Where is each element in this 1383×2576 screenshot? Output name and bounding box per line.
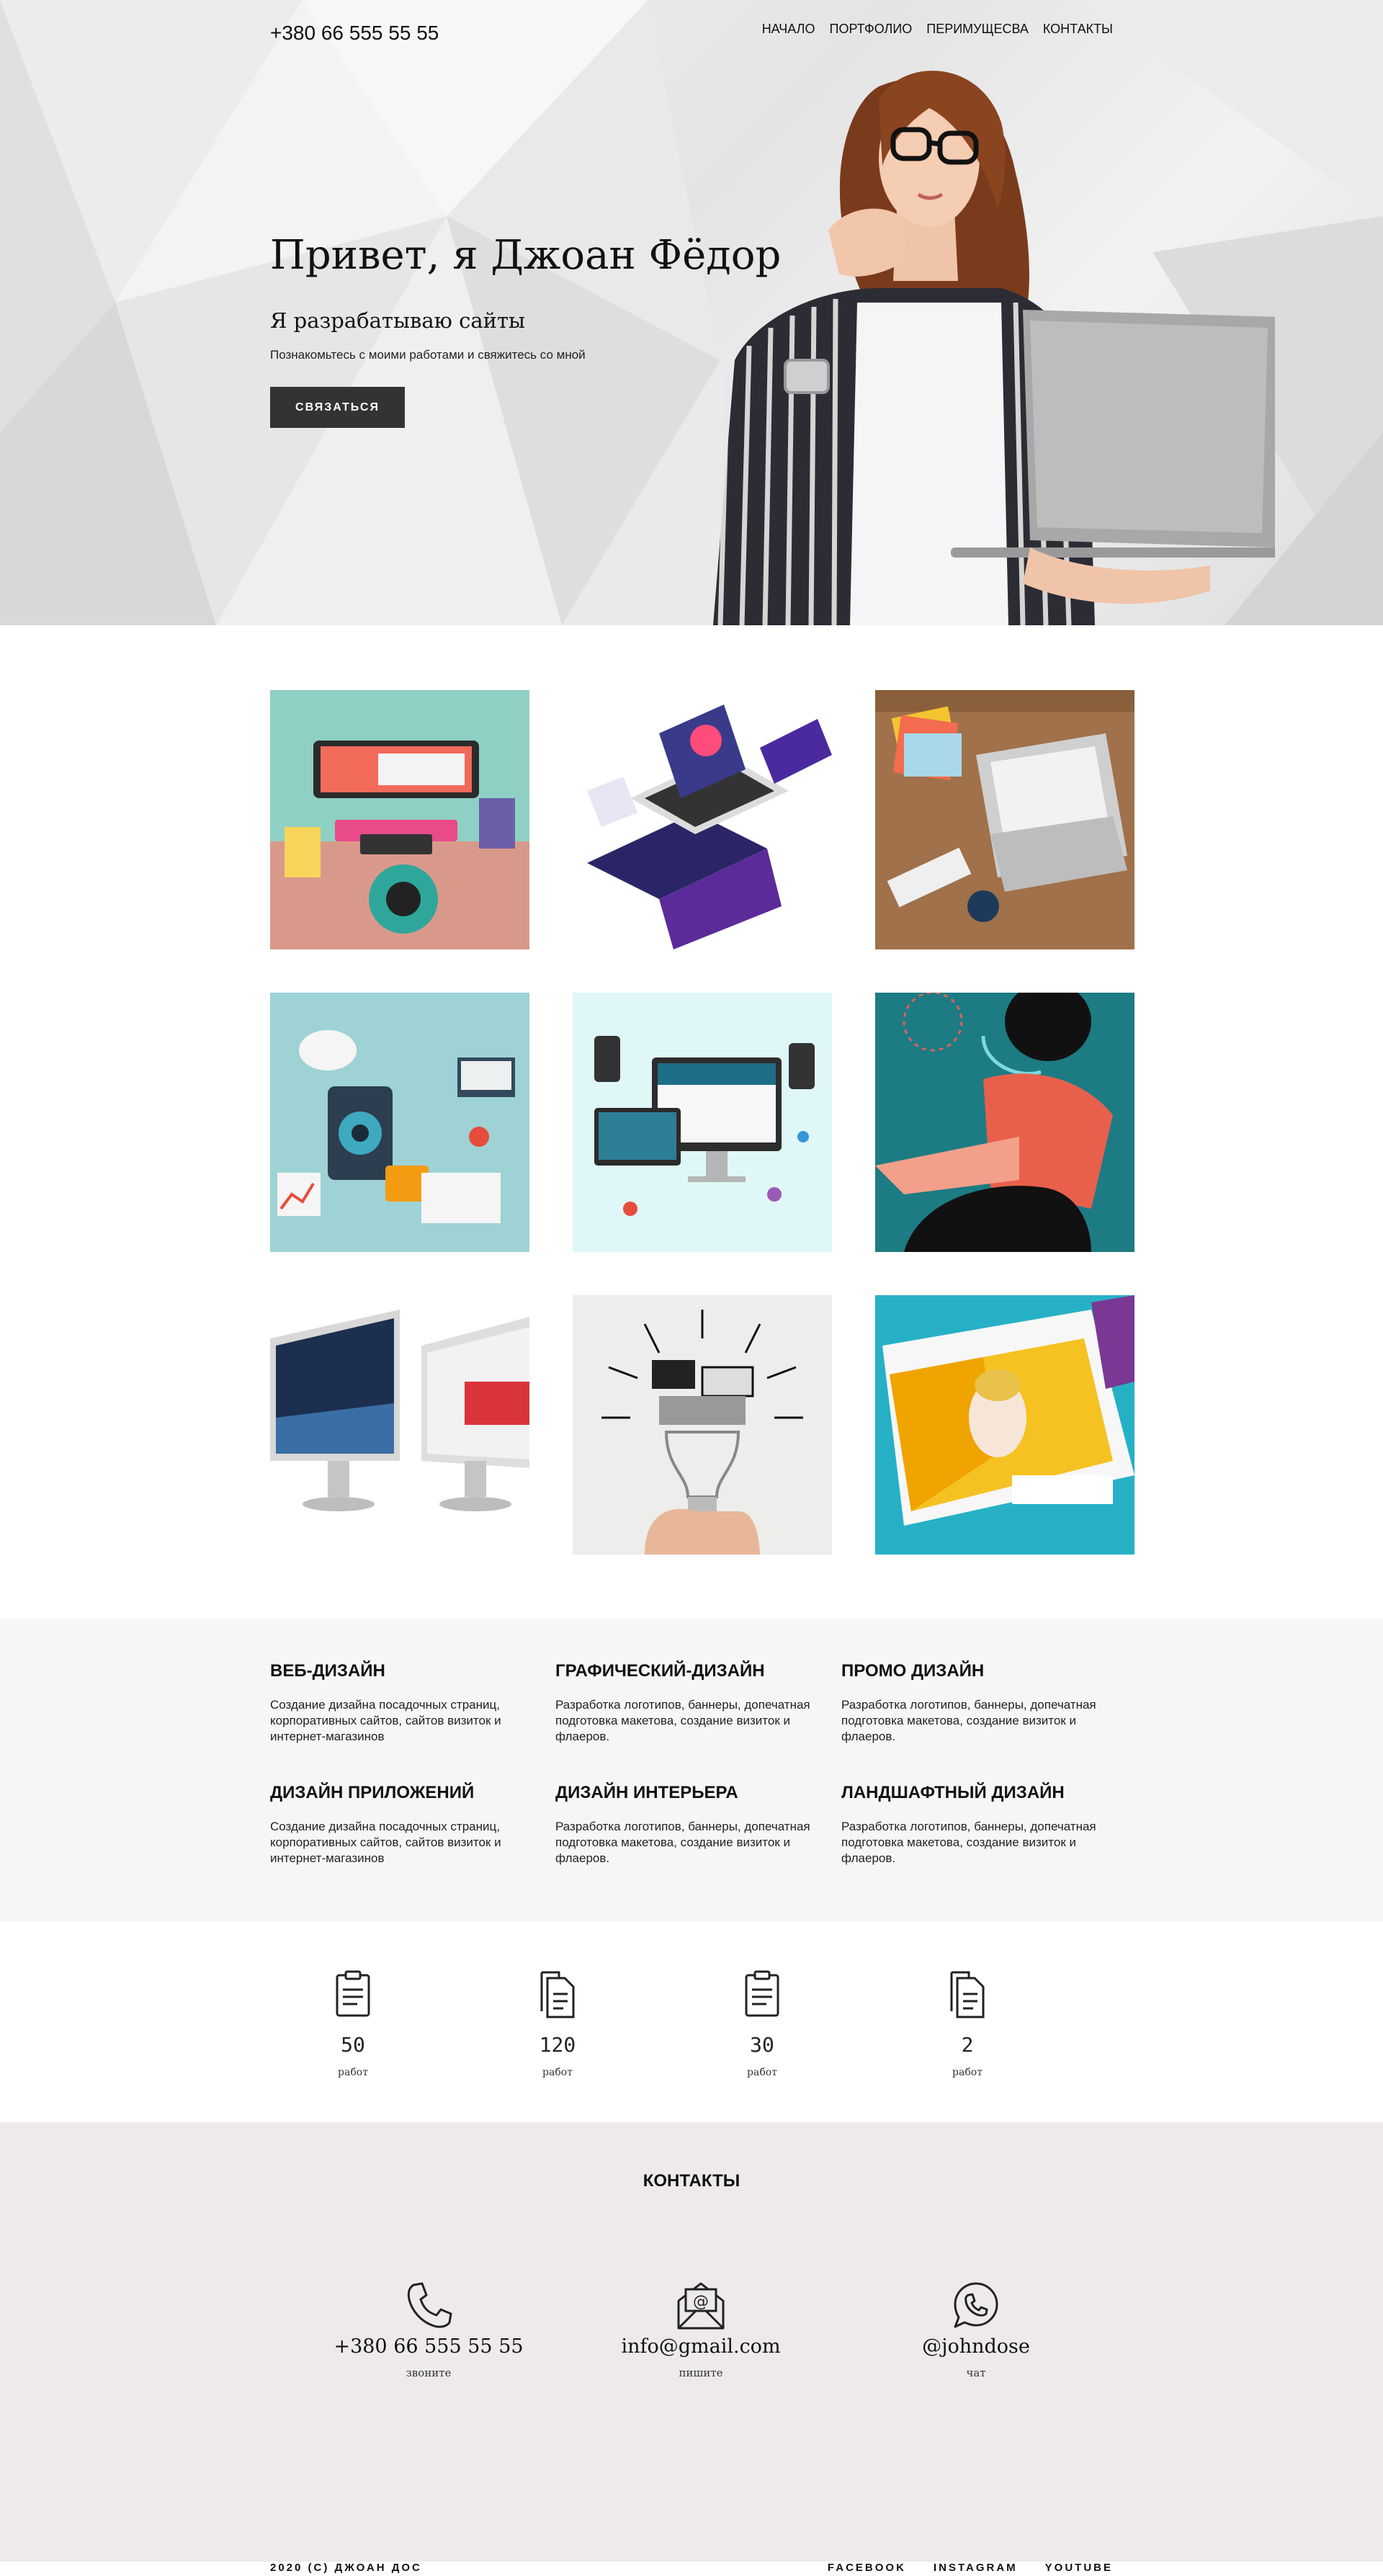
clipboard-icon [745,1970,779,2017]
stat-item: 30 работ [712,1969,813,2078]
stat-item: 50 работ [303,1969,403,2078]
portfolio-item-lightbulb[interactable] [573,1295,832,1555]
footer-social-links: FACEBOOK INSTAGRAM YOUTUBE [828,2562,1113,2574]
contact-value[interactable]: info@gmail.com [586,2335,816,2358]
contacts-section: КОНТАКТЫ +380 66 555 55 55 звоните @ inf… [0,2122,1383,2562]
contact-value[interactable]: +380 66 555 55 55 [313,2335,544,2358]
contact-email[interactable]: @ info@gmail.com пишите [586,2279,816,2379]
footer-link-facebook[interactable]: FACEBOOK [828,2562,906,2574]
service-description: Создание дизайна посадочных страниц, кор… [270,1820,501,1865]
service-title: ДИЗАЙН ИНТЕРЬЕРА [555,1783,738,1802]
portfolio-item-person-illustration[interactable] [875,993,1134,1252]
contact-phone[interactable]: +380 66 555 55 55 звоните [313,2279,544,2379]
documents-icon [540,1971,575,2018]
service-description: Разработка логотипов, баннеры, допечатна… [555,1698,810,1743]
footer: 2020 (С) ДЖОАН ДОС FACEBOOK INSTAGRAM YO… [0,2562,1383,2576]
portfolio-item-isometric-web[interactable] [573,690,832,949]
contact-value[interactable]: @johndose [861,2335,1091,2358]
service-description: Создание дизайна посадочных страниц, кор… [270,1698,501,1743]
service-app-design: ДИЗАЙН ПРИЛОЖЕНИЙ Создание дизайна посад… [270,1783,540,1866]
nav-item-contacts[interactable]: КОНТАКТЫ [1043,22,1113,37]
service-description: Разработка логотипов, баннеры, допечатна… [841,1698,1096,1743]
stat-value: 30 [750,2033,774,2057]
portfolio-item-workspace[interactable] [270,690,529,949]
contact-button[interactable]: СВЯЗАТЬСЯ [270,387,405,428]
whatsapp-icon [954,2282,998,2328]
stat-value: 2 [961,2033,974,2057]
hero-person-image [713,71,1275,625]
service-landscape-design: ЛАНДШАФТНЫЙ ДИЗАЙН Разработка логотипов,… [841,1783,1111,1866]
footer-link-instagram[interactable]: INSTAGRAM [934,2562,1018,2574]
service-promo-design: ПРОМО ДИЗАЙН Разработка логотипов, банне… [841,1661,1111,1745]
email-icon: @ [677,2282,725,2330]
nav-item-advantages[interactable]: ПЕРИМУЩЕСВА [926,22,1029,37]
service-title: ДИЗАЙН ПРИЛОЖЕНИЙ [270,1783,475,1802]
portfolio-item-devices[interactable] [573,993,832,1252]
stat-item: 120 работ [507,1969,608,2078]
documents-icon [950,1971,985,2018]
service-web-design: ВЕБ-ДИЗАЙН Создание дизайна посадочных с… [270,1661,540,1745]
stat-label: работ [338,2067,368,2078]
phone-icon [407,2282,452,2328]
service-title: ГРАФИЧЕСКИЙ-ДИЗАЙН [555,1661,765,1681]
service-title: ЛАНДШАФТНЫЙ ДИЗАЙН [841,1783,1065,1802]
contact-label: звоните [406,2366,452,2379]
footer-copyright: 2020 (С) ДЖОАН ДОС [270,2562,422,2574]
hero-title: Привет, я Джоан Фёдор [270,232,782,279]
contact-chat[interactable]: @johndose чат [861,2279,1091,2379]
contacts-title: КОНТАКТЫ [643,2171,740,2191]
header-phone[interactable]: +380 66 555 55 55 [270,22,439,45]
stat-label: работ [747,2067,777,2078]
hero-text: Познакомьтесь с моими работами и свяжите… [270,348,586,362]
stat-item: 2 работ [917,1969,1018,2078]
service-interior-design: ДИЗАЙН ИНТЕРЬЕРА Разработка логотипов, б… [555,1783,825,1866]
hero-subtitle: Я разрабатываю сайты [270,308,526,333]
portfolio-item-monitors[interactable] [270,1295,529,1555]
stat-label: работ [542,2067,573,2078]
stat-label: работ [952,2067,983,2078]
nav-item-home[interactable]: НАЧАЛО [762,22,815,37]
stat-value: 50 [341,2033,365,2057]
clipboard-icon [336,1970,370,2017]
svg-text:@: @ [693,2293,709,2311]
service-graphic-design: ГРАФИЧЕСКИЙ-ДИЗАЙН Разработка логотипов,… [555,1661,825,1745]
portfolio-item-desk-laptop[interactable] [875,690,1134,949]
service-description: Разработка логотипов, баннеры, допечатна… [841,1820,1096,1865]
contact-label: чат [966,2366,986,2379]
services-section: ВЕБ-ДИЗАЙН Создание дизайна посадочных с… [0,1619,1383,1922]
service-description: Разработка логотипов, баннеры, допечатна… [555,1820,810,1865]
main-nav: НАЧАЛО ПОРТФОЛИО ПЕРИМУЩЕСВА КОНТАКТЫ [762,22,1113,37]
service-title: ПРОМО ДИЗАЙН [841,1661,985,1681]
portfolio-item-flat-icons[interactable] [270,993,529,1252]
service-title: ВЕБ-ДИЗАЙН [270,1661,385,1681]
hero-section: +380 66 555 55 55 НАЧАЛО ПОРТФОЛИО ПЕРИМ… [0,0,1383,625]
nav-item-portfolio[interactable]: ПОРТФОЛИО [830,22,913,37]
portfolio-item-tablet[interactable] [875,1295,1134,1555]
footer-link-youtube[interactable]: YOUTUBE [1045,2562,1113,2574]
contact-label: пишите [679,2366,723,2379]
stat-value: 120 [539,2033,576,2057]
stats-section: 50 работ 120 работ 30 работ 2 работ [0,1922,1383,2122]
portfolio-section [0,625,1383,1619]
